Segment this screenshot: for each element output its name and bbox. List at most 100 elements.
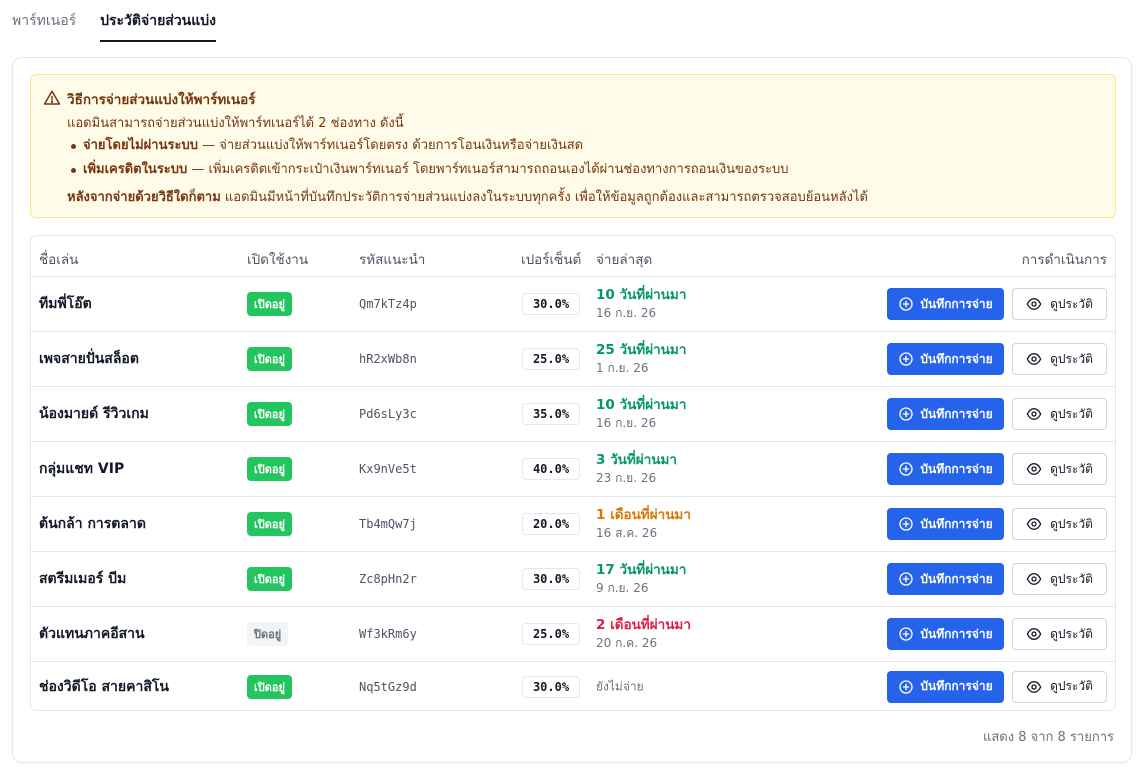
plus-circle-icon <box>899 627 914 641</box>
last-paid-relative: 10 วันที่ผ่านมา <box>596 287 687 303</box>
view-history-button[interactable]: ดูประวัติ <box>1012 343 1107 375</box>
record-payout-button[interactable]: บันทึกการจ่าย <box>887 508 1004 540</box>
view-history-label: ดูประวัติ <box>1050 296 1093 311</box>
view-history-button[interactable]: ดูประวัติ <box>1012 670 1107 703</box>
warning-icon <box>43 90 61 105</box>
table-body: ทีมพี่โอ๊ต เปิดอยู่ Qm7kTz4p 30.0% 10 วั… <box>31 277 1115 710</box>
row-actions: บันทึกการจ่าย ดูประวัติ <box>887 508 1107 540</box>
notice-footer-bold: หลังจากจ่ายด้วยวิธีใดก็ตาม <box>67 190 221 205</box>
row-actions: บันทึกการจ่าย ดูประวัติ <box>887 343 1107 375</box>
last-paid-date: 23 ก.ย. 26 <box>596 471 657 485</box>
table-row: น้องมายด์ รีวิวเกม เปิดอยู่ Pd6sLy3c 35.… <box>31 387 1115 442</box>
notice-item: เพิ่มเครดิตในระบบ — เพิ่มเครดิตเข้ากระเป… <box>67 158 789 182</box>
eye-icon <box>1026 298 1042 310</box>
eye-icon <box>1026 353 1042 365</box>
header-actions: การดำเนินการ <box>1021 252 1107 268</box>
percent-value: 25.0% <box>522 623 580 645</box>
record-payout-button[interactable]: บันทึกการจ่าย <box>887 343 1004 375</box>
tab-partners[interactable]: พาร์ทเนอร์ <box>12 0 76 42</box>
percent-value: 40.0% <box>522 458 580 480</box>
record-payout-label: บันทึกการจ่าย <box>920 461 993 476</box>
plus-circle-icon <box>899 407 914 421</box>
last-paid-relative: 2 เดือนที่ผ่านมา <box>596 617 691 633</box>
partner-name: สตรีมเมอร์ บีม <box>39 571 127 587</box>
record-payout-button[interactable]: บันทึกการจ่าย <box>887 563 1004 595</box>
record-payout-label: บันทึกการจ่าย <box>920 516 993 531</box>
view-history-button[interactable]: ดูประวัติ <box>1012 398 1107 430</box>
status-badge: เปิดอยู่ <box>247 292 292 316</box>
last-paid-date: 1 ก.ย. 26 <box>596 361 649 375</box>
eye-icon <box>1026 518 1042 530</box>
record-payout-button[interactable]: บันทึกการจ่าย <box>887 670 1004 703</box>
record-payout-button[interactable]: บันทึกการจ่าย <box>887 453 1004 485</box>
view-history-button[interactable]: ดูประวัติ <box>1012 453 1107 485</box>
partner-name: เพจสายปั่นสล็อต <box>39 351 139 367</box>
notice-intro: แอดมินสามารถจ่ายส่วนแบ่งให้พาร์ทเนอร์ได้… <box>67 116 404 131</box>
partner-name: กลุ่มแชท VIP <box>39 461 125 477</box>
header-percent: เปอร์เซ็นต์ <box>521 252 582 268</box>
tab-bar: พาร์ทเนอร์ ประวัติจ่ายส่วนแบ่ง <box>12 0 216 42</box>
table-row: ต้นกล้า การตลาด เปิดอยู่ Tb4mQw7j 20.0% … <box>31 497 1115 552</box>
percent-value: 25.0% <box>522 348 580 370</box>
notice-item-bold: จ่ายโดยไม่ผ่านระบบ <box>83 138 198 153</box>
view-history-label: ดูประวัติ <box>1050 461 1093 476</box>
partner-name: ตัวแทนภาคอีสาน <box>39 626 145 642</box>
last-paid-date: 16 ก.ย. 26 <box>596 416 657 430</box>
last-paid-relative: 25 วันที่ผ่านมา <box>596 342 687 358</box>
record-payout-label: บันทึกการจ่าย <box>920 351 993 366</box>
last-paid-relative: 3 วันที่ผ่านมา <box>596 452 677 468</box>
percent-value: 30.0% <box>522 293 580 315</box>
eye-icon <box>1026 680 1042 693</box>
notice-item-bold: เพิ่มเครดิตในระบบ <box>83 162 188 177</box>
header-code: รหัสแนะนำ <box>359 252 426 268</box>
row-actions: บันทึกการจ่าย ดูประวัติ <box>887 288 1107 320</box>
last-paid: 1 เดือนที่ผ่านมา 16 ส.ค. 26 <box>596 506 691 542</box>
view-history-label: ดูประวัติ <box>1050 406 1093 421</box>
never-paid: ยังไม่จ่าย <box>596 679 644 693</box>
table-row: ทีมพี่โอ๊ต เปิดอยู่ Qm7kTz4p 30.0% 10 วั… <box>31 277 1115 332</box>
table-row: ตัวแทนภาคอีสาน ปิดอยู่ Wf3kRm6y 25.0% 2 … <box>31 607 1115 662</box>
last-paid: 10 วันที่ผ่านมา 16 ก.ย. 26 <box>596 396 686 432</box>
record-payout-label: บันทึกการจ่าย <box>920 571 993 586</box>
tab-payout-history[interactable]: ประวัติจ่ายส่วนแบ่ง <box>100 0 216 42</box>
partner-name: ช่องวิดีโอ สายคาสิโน <box>39 678 169 695</box>
partner-name: น้องมายด์ รีวิวเกม <box>39 406 149 422</box>
view-history-button[interactable]: ดูประวัติ <box>1012 618 1107 650</box>
record-payout-button[interactable]: บันทึกการจ่าย <box>887 398 1004 430</box>
row-actions: บันทึกการจ่าย ดูประวัติ <box>887 398 1107 430</box>
status-badge: เปิดอยู่ <box>247 674 292 699</box>
last-paid-date: 16 ส.ค. 26 <box>596 526 658 540</box>
view-history-button[interactable]: ดูประวัติ <box>1012 563 1107 595</box>
notice-title: วิธีการจ่ายส่วนแบ่งให้พาร์ทเนอร์ <box>67 92 256 108</box>
row-actions: บันทึกการจ่าย ดูประวัติ <box>887 563 1107 595</box>
status-badge: เปิดอยู่ <box>247 567 292 591</box>
percent-value: 35.0% <box>522 403 580 425</box>
record-payout-button[interactable]: บันทึกการจ่าย <box>887 288 1004 320</box>
last-paid: 3 วันที่ผ่านมา 23 ก.ย. 26 <box>596 451 677 487</box>
notice-item-text: — จ่ายส่วนแบ่งให้พาร์ทเนอร์โดยตรง ด้วยกา… <box>197 138 584 153</box>
notice-item: จ่ายโดยไม่ผ่านระบบ — จ่ายส่วนแบ่งให้พาร์… <box>67 134 789 158</box>
last-paid: ยังไม่จ่าย <box>596 677 644 696</box>
notice-footer-text: แอดมินมีหน้าที่บันทึกประวัติการจ่ายส่วนแ… <box>220 190 868 205</box>
record-payout-label: บันทึกการจ่าย <box>920 406 993 421</box>
plus-circle-icon <box>899 297 914 311</box>
view-history-label: ดูประวัติ <box>1050 626 1093 641</box>
table-summary: แสดง 8 จาก 8 รายการ <box>982 730 1114 745</box>
row-actions: บันทึกการจ่าย ดูประวัติ <box>887 670 1107 703</box>
eye-icon <box>1026 463 1042 475</box>
notice-list: จ่ายโดยไม่ผ่านระบบ — จ่ายส่วนแบ่งให้พาร์… <box>67 134 789 182</box>
view-history-label: ดูประวัติ <box>1050 516 1093 531</box>
view-history-button[interactable]: ดูประวัติ <box>1012 508 1107 540</box>
view-history-button[interactable]: ดูประวัติ <box>1012 288 1107 320</box>
table-row: ช่องวิดีโอ สายคาสิโน เปิดอยู่ Nq5tGz9d 3… <box>31 662 1115 710</box>
plus-circle-icon <box>899 352 914 366</box>
referral-code: hR2xWb8n <box>359 352 417 366</box>
record-payout-button[interactable]: บันทึกการจ่าย <box>887 618 1004 650</box>
referral-code: Pd6sLy3c <box>359 407 417 421</box>
record-payout-label: บันทึกการจ่าย <box>920 296 993 311</box>
percent-value: 30.0% <box>522 568 580 590</box>
header-last-paid: จ่ายล่าสุด <box>596 252 653 268</box>
last-paid-relative: 17 วันที่ผ่านมา <box>596 562 687 578</box>
status-badge: ปิดอยู่ <box>247 622 289 646</box>
last-paid: 17 วันที่ผ่านมา 9 ก.ย. 26 <box>596 561 686 597</box>
